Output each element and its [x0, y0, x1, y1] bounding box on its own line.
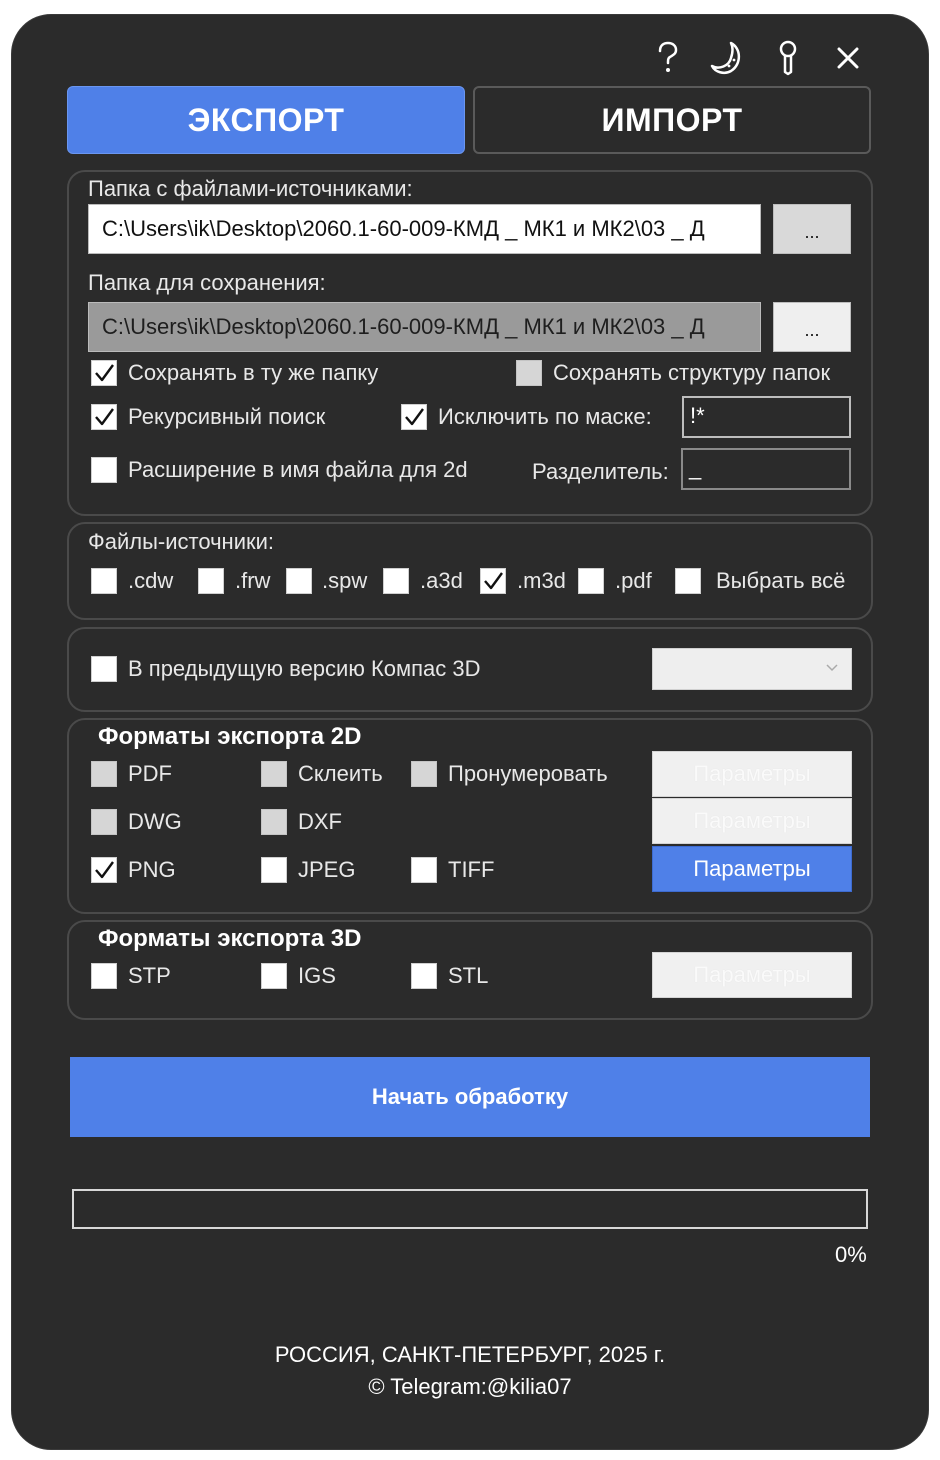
igs-label: IGS: [298, 963, 336, 988]
exclude-mask-checkbox[interactable]: [401, 404, 427, 430]
stl-label: STL: [448, 963, 489, 988]
version-select[interactable]: [652, 648, 852, 690]
same-folder-label: Сохранять в ту же папку: [128, 360, 379, 385]
pdf-source-label: .pdf: [615, 568, 652, 593]
checkmark-icon: [95, 364, 114, 382]
prev-version-checkbox[interactable]: [91, 656, 117, 682]
checkmark-icon: [484, 572, 503, 590]
dwg-label: DWG: [128, 809, 182, 834]
source-files-title: Файлы-источники:: [88, 529, 275, 554]
select-all-label: Выбрать всё: [716, 568, 846, 593]
keep-structure-checkbox[interactable]: [516, 360, 542, 386]
progress-percent: 0%: [835, 1242, 867, 1267]
tiff-label: TIFF: [448, 857, 495, 882]
cdw-label: .cdw: [128, 568, 174, 593]
keep-structure-label: Сохранять структуру папок: [553, 360, 831, 385]
m3d-label: .m3d: [517, 568, 566, 593]
a3d-checkbox[interactable]: [383, 568, 409, 594]
checkmark-icon: [95, 861, 114, 879]
number-label: Пронумеровать: [448, 761, 608, 786]
dwg-checkbox[interactable]: [91, 809, 117, 835]
save-folder-input[interactable]: C:\Users\ik\Desktop\2060.1-60-009-КМД _ …: [88, 302, 761, 352]
exclude-mask-label: Исключить по маске:: [438, 404, 652, 429]
footer-location: РОССИЯ, САНКТ-ПЕТЕРБУРГ, 2025 г.: [274, 1342, 666, 1367]
pdf-export-checkbox[interactable]: [91, 761, 117, 787]
close-icon[interactable]: [832, 42, 864, 74]
source-folder-label: Папка с файлами-источниками:: [88, 176, 413, 201]
merge-label: Склеить: [298, 761, 383, 786]
tab-import[interactable]: ИМПОРТ: [473, 86, 871, 154]
a3d-label: .a3d: [420, 568, 463, 593]
spw-label: .spw: [322, 568, 368, 593]
separator-input[interactable]: _: [681, 448, 851, 490]
source-browse-button[interactable]: ...: [773, 204, 851, 254]
tab-export[interactable]: ЭКСПОРТ: [67, 86, 465, 154]
separator-label: Разделитель:: [532, 459, 669, 484]
chevron-down-icon: [826, 664, 838, 672]
source-folder-input[interactable]: C:\Users\ik\Desktop\2060.1-60-009-КМД _ …: [88, 204, 761, 254]
jpeg-label: JPEG: [298, 857, 356, 882]
same-folder-checkbox[interactable]: [91, 360, 117, 386]
checkmark-icon: [405, 408, 424, 426]
exclude-mask-input[interactable]: !*: [682, 396, 851, 438]
jpeg-checkbox[interactable]: [261, 857, 287, 883]
frw-label: .frw: [235, 568, 271, 593]
moon-icon[interactable]: [708, 40, 748, 76]
pin-icon[interactable]: [772, 40, 804, 76]
dxf-checkbox[interactable]: [261, 809, 287, 835]
stp-checkbox[interactable]: [91, 963, 117, 989]
save-folder-label: Папка для сохранения:: [88, 270, 326, 295]
png-label: PNG: [128, 857, 176, 882]
m3d-checkbox[interactable]: [480, 568, 506, 594]
select-all-checkbox[interactable]: [675, 568, 701, 594]
stp-label: STP: [128, 963, 171, 988]
igs-checkbox[interactable]: [261, 963, 287, 989]
recursive-checkbox[interactable]: [91, 404, 117, 430]
dwg-params-button[interactable]: Параметры: [652, 798, 852, 844]
3d-params-button[interactable]: Параметры: [652, 952, 852, 998]
save-browse-button[interactable]: ...: [773, 302, 851, 352]
pdf-params-button[interactable]: Параметры: [652, 751, 852, 797]
formats-2d-title: Форматы экспорта 2D: [98, 723, 362, 750]
merge-checkbox[interactable]: [261, 761, 287, 787]
checkmark-icon: [95, 408, 114, 426]
pdf-export-label: PDF: [128, 761, 172, 786]
spw-checkbox[interactable]: [286, 568, 312, 594]
number-checkbox[interactable]: [411, 761, 437, 787]
cdw-checkbox[interactable]: [91, 568, 117, 594]
tiff-checkbox[interactable]: [411, 857, 437, 883]
image-params-button[interactable]: Параметры: [652, 846, 852, 892]
question-icon[interactable]: [652, 40, 684, 76]
formats-3d-title: Форматы экспорта 3D: [98, 925, 362, 952]
start-processing-button[interactable]: Начать обработку: [70, 1057, 870, 1137]
ext-in-name-checkbox[interactable]: [91, 457, 117, 483]
prev-version-label: В предыдущую версию Компас 3D: [128, 656, 481, 681]
progress-bar: [72, 1189, 868, 1229]
ext-in-name-label: Расширение в имя файла для 2d: [128, 457, 468, 482]
pdf-source-checkbox[interactable]: [578, 568, 604, 594]
recursive-label: Рекурсивный поиск: [128, 404, 326, 429]
frw-checkbox[interactable]: [198, 568, 224, 594]
dxf-label: DXF: [298, 809, 342, 834]
png-checkbox[interactable]: [91, 857, 117, 883]
footer-contact: © Telegram:@kilia07: [368, 1374, 572, 1399]
stl-checkbox[interactable]: [411, 963, 437, 989]
